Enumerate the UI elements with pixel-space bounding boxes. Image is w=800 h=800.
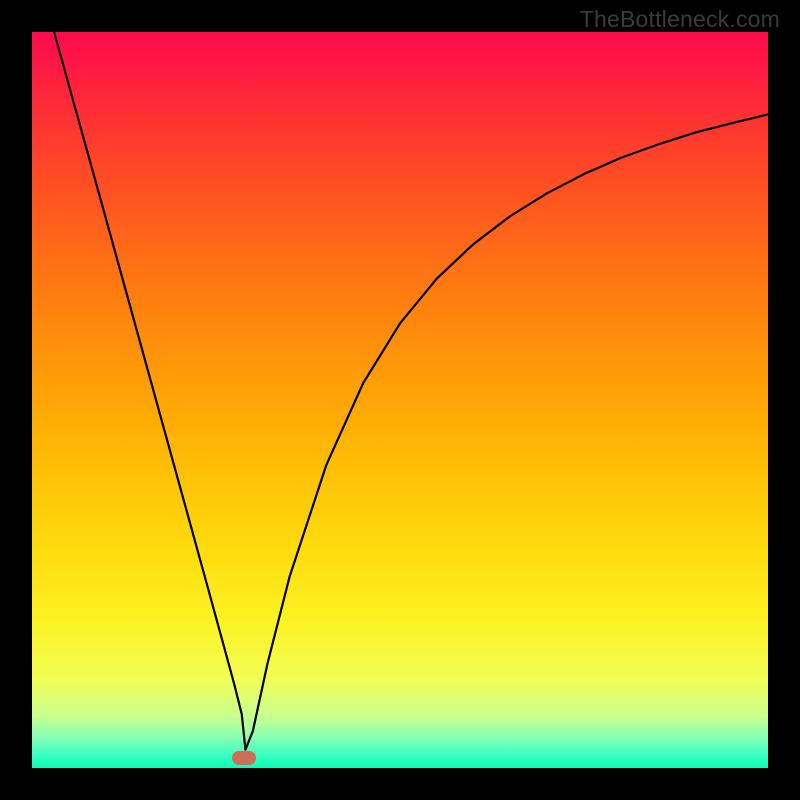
chart-frame: TheBottleneck.com — [0, 0, 800, 800]
plot-area — [32, 32, 768, 768]
watermark-text: TheBottleneck.com — [580, 6, 780, 33]
curve-layer — [32, 32, 768, 768]
bottleneck-curve — [54, 32, 768, 750]
optimal-point-marker — [232, 751, 256, 765]
